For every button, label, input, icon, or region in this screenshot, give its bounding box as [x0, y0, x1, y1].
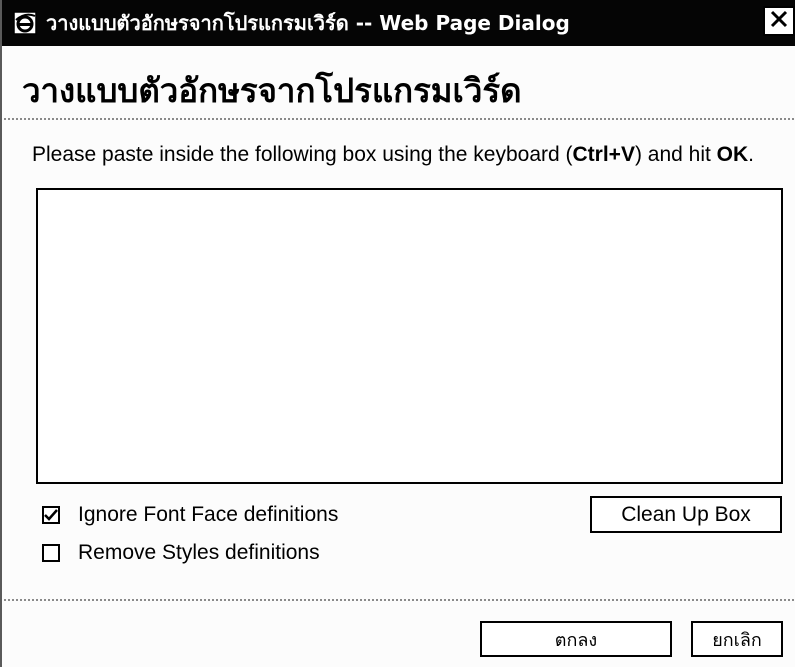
footer-divider [4, 599, 794, 601]
ignore-font-face-checkbox[interactable] [42, 506, 60, 524]
dialog-window: วางแบบตัวอักษรจากโปรแกรมเวิร์ด -- Web Pa… [0, 0, 795, 667]
instructions-suffix: . [748, 143, 755, 166]
remove-styles-label: Remove Styles definitions [78, 541, 320, 564]
cancel-button[interactable]: ยกเลิก [691, 621, 783, 657]
instructions-text: Please paste inside the following box us… [32, 143, 754, 167]
remove-styles-option[interactable]: Remove Styles definitions [42, 541, 320, 565]
dialog-heading: วางแบบตัวอักษรจากโปรแกรมเวิร์ด [22, 71, 522, 110]
checkmark-icon [44, 509, 58, 521]
remove-styles-checkbox[interactable] [42, 544, 60, 562]
instructions-ok: OK [716, 143, 749, 166]
ignore-font-face-option[interactable]: Ignore Font Face definitions [42, 503, 338, 527]
instructions-prefix: Please paste inside the following box us… [32, 143, 573, 166]
instructions-middle: ) and hit [634, 143, 717, 166]
close-icon [770, 10, 788, 33]
heading-divider [4, 118, 794, 120]
ok-button[interactable]: ตกลง [480, 621, 672, 657]
clean-up-box-button[interactable]: Clean Up Box [590, 496, 782, 533]
paste-textarea[interactable] [36, 188, 783, 484]
instructions-shortcut: Ctrl+V [572, 143, 635, 166]
window-title: วางแบบตัวอักษรจากโปรแกรมเวิร์ด -- Web Pa… [46, 11, 570, 35]
title-bar[interactable]: วางแบบตัวอักษรจากโปรแกรมเวิร์ด -- Web Pa… [2, 0, 795, 46]
ignore-font-face-label: Ignore Font Face definitions [78, 503, 339, 526]
close-button[interactable] [763, 6, 795, 36]
internet-explorer-icon [12, 10, 38, 36]
